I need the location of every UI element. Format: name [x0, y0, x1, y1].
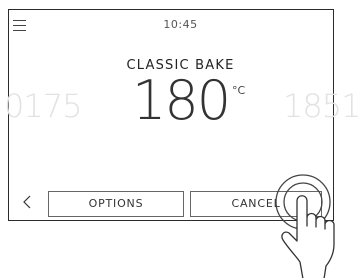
- pointing-hand-icon: [281, 195, 335, 278]
- clock: 10:45: [163, 18, 198, 31]
- back-button[interactable]: [20, 190, 34, 214]
- temperature-previous-values[interactable]: 0175: [4, 90, 82, 122]
- chevron-left-icon: [23, 195, 31, 209]
- temperature-unit: °C: [232, 84, 246, 97]
- temperature-value[interactable]: 180: [132, 74, 231, 128]
- options-button[interactable]: OPTIONS: [48, 191, 184, 217]
- temperature-next-values[interactable]: 1851: [283, 90, 361, 122]
